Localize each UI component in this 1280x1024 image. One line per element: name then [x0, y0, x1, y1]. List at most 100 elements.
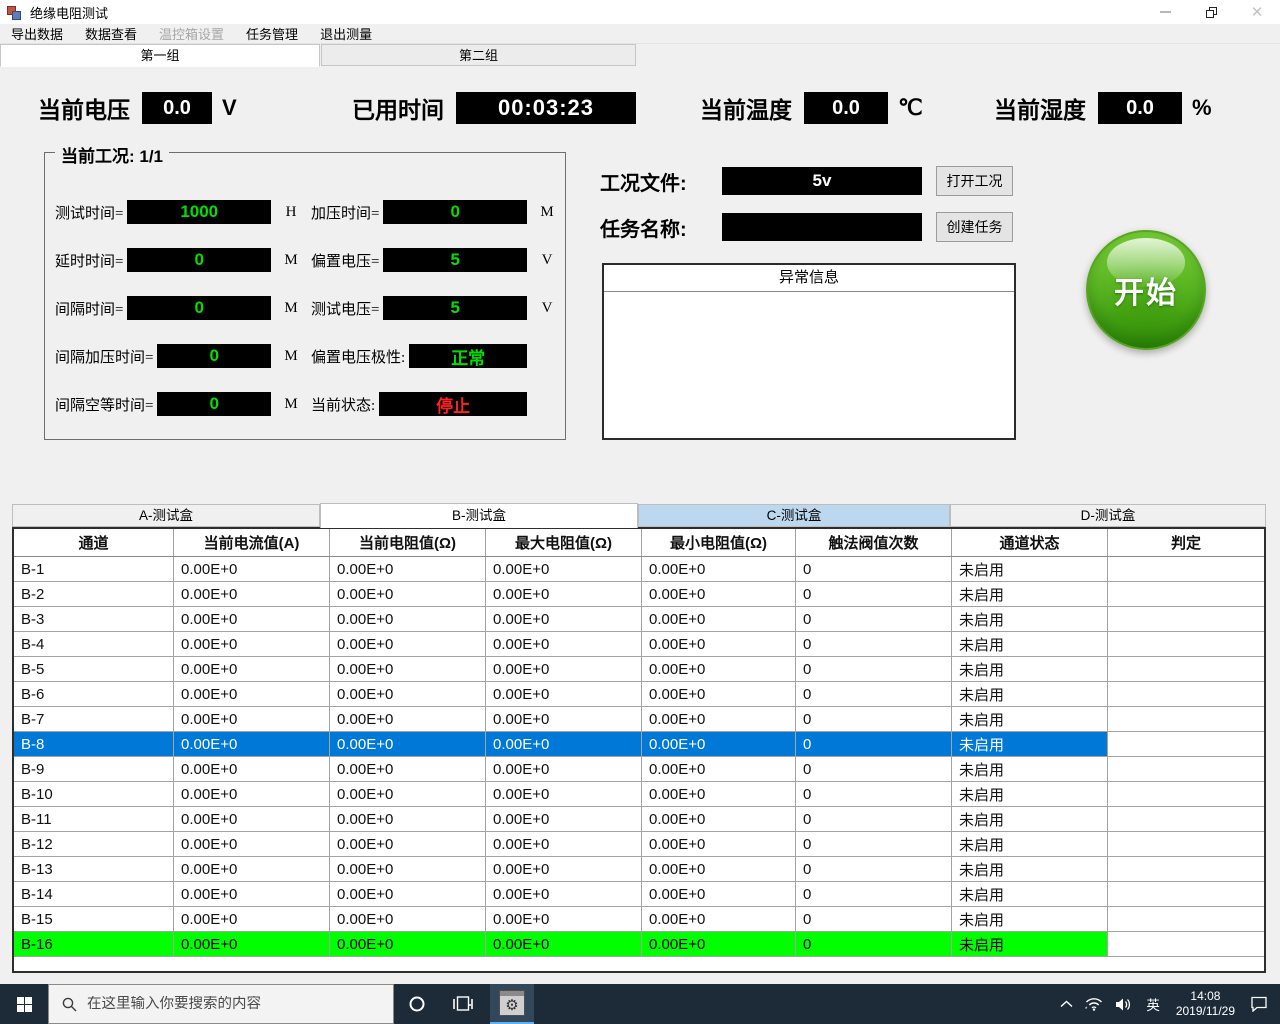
table-cell: 0.00E+0 [642, 632, 796, 656]
table-cell: 未启用 [952, 682, 1108, 706]
create-task-button[interactable]: 创建任务 [936, 212, 1013, 242]
menu-task-management[interactable]: 任务管理 [235, 22, 309, 45]
start-button[interactable]: 开始 [1086, 230, 1206, 350]
table-cell: 0.00E+0 [642, 732, 796, 756]
table-cell: 0 [796, 757, 952, 781]
field-unit: H [279, 204, 303, 221]
column-header[interactable]: 通道 [14, 529, 174, 556]
task-name-input[interactable] [722, 213, 922, 241]
column-header[interactable]: 当前电流值(A) [174, 529, 330, 556]
table-cell: 0.00E+0 [642, 707, 796, 731]
channel-table: 通道当前电流值(A)当前电阻值(Ω)最大电阻值(Ω)最小电阻值(Ω)触法阀值次数… [12, 527, 1266, 973]
table-row[interactable]: B-150.00E+00.00E+00.00E+00.00E+00未启用 [14, 907, 1264, 932]
column-header[interactable]: 当前电阻值(Ω) [330, 529, 486, 556]
tab-testbox-d[interactable]: D-测试盒 [950, 504, 1266, 527]
network-button[interactable]: * [1079, 984, 1109, 1024]
app-icon [6, 4, 22, 20]
menu-data-view[interactable]: 数据查看 [74, 22, 148, 45]
task-view-button[interactable] [440, 984, 486, 1024]
table-row[interactable]: B-60.00E+00.00E+00.00E+00.00E+00未启用 [14, 682, 1264, 707]
cortana-icon [408, 995, 426, 1013]
search-input[interactable] [87, 996, 393, 1012]
table-cell: B-3 [14, 607, 174, 631]
table-cell: 0.00E+0 [330, 657, 486, 681]
temperature-display: 0.0 [804, 92, 888, 124]
field-unit: M [279, 300, 303, 317]
tab-testbox-a[interactable]: A-测试盒 [12, 504, 320, 527]
table-cell: 0 [796, 632, 952, 656]
table-row[interactable]: B-50.00E+00.00E+00.00E+00.00E+00未启用 [14, 657, 1264, 682]
table-cell: B-14 [14, 882, 174, 906]
table-row[interactable]: B-120.00E+00.00E+00.00E+00.00E+00未启用 [14, 832, 1264, 857]
table-row[interactable]: B-100.00E+00.00E+00.00E+00.00E+00未启用 [14, 782, 1264, 807]
table-cell: 0.00E+0 [486, 757, 642, 781]
table-cell: 0.00E+0 [330, 707, 486, 731]
table-row[interactable]: B-40.00E+00.00E+00.00E+00.00E+00未启用 [14, 632, 1264, 657]
start-menu-button[interactable] [0, 984, 48, 1024]
table-cell: 0.00E+0 [174, 607, 330, 631]
field-test-voltage: 测试电压= 5 V [311, 295, 559, 321]
column-header[interactable]: 最大电阻值(Ω) [486, 529, 642, 556]
field-value-display: 0 [157, 392, 271, 416]
table-cell: 0.00E+0 [330, 682, 486, 706]
table-cell: 0.00E+0 [174, 782, 330, 806]
table-row[interactable]: B-90.00E+00.00E+00.00E+00.00E+00未启用 [14, 757, 1264, 782]
table-cell: 0 [796, 607, 952, 631]
table-cell [1108, 932, 1264, 956]
table-cell [1108, 882, 1264, 906]
field-value-display: 0 [127, 296, 271, 320]
status-display: 停止 [379, 392, 527, 416]
taskbar-search[interactable] [48, 984, 394, 1024]
table-cell: 0 [796, 882, 952, 906]
ime-indicator[interactable]: 英 [1139, 984, 1167, 1024]
error-info-title: 异常信息 [604, 265, 1014, 292]
tab-testbox-b[interactable]: B-测试盒 [320, 503, 638, 528]
menu-temp-box-settings: 温控箱设置 [148, 22, 235, 45]
column-header[interactable]: 触法阀值次数 [796, 529, 952, 556]
tab-testbox-c[interactable]: C-测试盒 [638, 504, 950, 527]
table-cell: 0 [796, 557, 952, 581]
cortana-button[interactable] [394, 984, 440, 1024]
field-current-status: 当前状态: 停止 [311, 391, 559, 417]
table-cell: 0.00E+0 [486, 882, 642, 906]
table-row[interactable]: B-140.00E+00.00E+00.00E+00.00E+00未启用 [14, 882, 1264, 907]
table-row[interactable]: B-70.00E+00.00E+00.00E+00.00E+00未启用 [14, 707, 1264, 732]
table-row[interactable]: B-110.00E+00.00E+00.00E+00.00E+00未启用 [14, 807, 1264, 832]
column-header[interactable]: 判定 [1108, 529, 1264, 556]
volume-button[interactable] [1109, 984, 1139, 1024]
table-row[interactable]: B-130.00E+00.00E+00.00E+00.00E+00未启用 [14, 857, 1264, 882]
table-cell: 0.00E+0 [330, 632, 486, 656]
column-header[interactable]: 最小电阻值(Ω) [642, 529, 796, 556]
table-row[interactable]: B-20.00E+00.00E+00.00E+00.00E+00未启用 [14, 582, 1264, 607]
tray-chevron-button[interactable] [1054, 984, 1079, 1024]
taskbar-app-insulation-test[interactable]: ⚙ [490, 984, 534, 1024]
table-cell: 0.00E+0 [486, 807, 642, 831]
elapsed-display: 00:03:23 [456, 92, 636, 124]
table-row[interactable]: B-80.00E+00.00E+00.00E+00.00E+00未启用 [14, 732, 1264, 757]
action-center-button[interactable] [1244, 984, 1274, 1024]
menu-exit-measure[interactable]: 退出测量 [309, 22, 383, 45]
table-cell: 0.00E+0 [642, 932, 796, 956]
field-interval-wait-time: 间隔空等时间= 0 M [55, 391, 303, 417]
table-row[interactable]: B-160.00E+00.00E+00.00E+00.00E+00未启用 [14, 932, 1264, 957]
table-cell: B-15 [14, 907, 174, 931]
table-cell: B-5 [14, 657, 174, 681]
close-button[interactable]: ✕ [1234, 0, 1280, 24]
menu-export-data[interactable]: 导出数据 [0, 22, 74, 45]
table-cell: 0.00E+0 [330, 907, 486, 931]
tab-group-2[interactable]: 第二组 [321, 44, 636, 66]
table-cell: 0.00E+0 [486, 832, 642, 856]
column-header[interactable]: 通道状态 [952, 529, 1108, 556]
tab-group-1[interactable]: 第一组 [0, 44, 320, 67]
field-label: 偏置电压= [311, 250, 379, 271]
table-row[interactable]: B-10.00E+00.00E+00.00E+00.00E+00未启用 [14, 557, 1264, 582]
minimize-button[interactable] [1142, 0, 1188, 24]
open-condition-button[interactable]: 打开工况 [936, 166, 1013, 196]
field-label: 延时时间= [55, 250, 123, 271]
table-cell: 未启用 [952, 882, 1108, 906]
clock[interactable]: 14:08 2019/11/29 [1167, 984, 1244, 1024]
table-cell [1108, 907, 1264, 931]
restore-button[interactable] [1188, 0, 1234, 24]
table-cell: 0.00E+0 [174, 757, 330, 781]
table-row[interactable]: B-30.00E+00.00E+00.00E+00.00E+00未启用 [14, 607, 1264, 632]
